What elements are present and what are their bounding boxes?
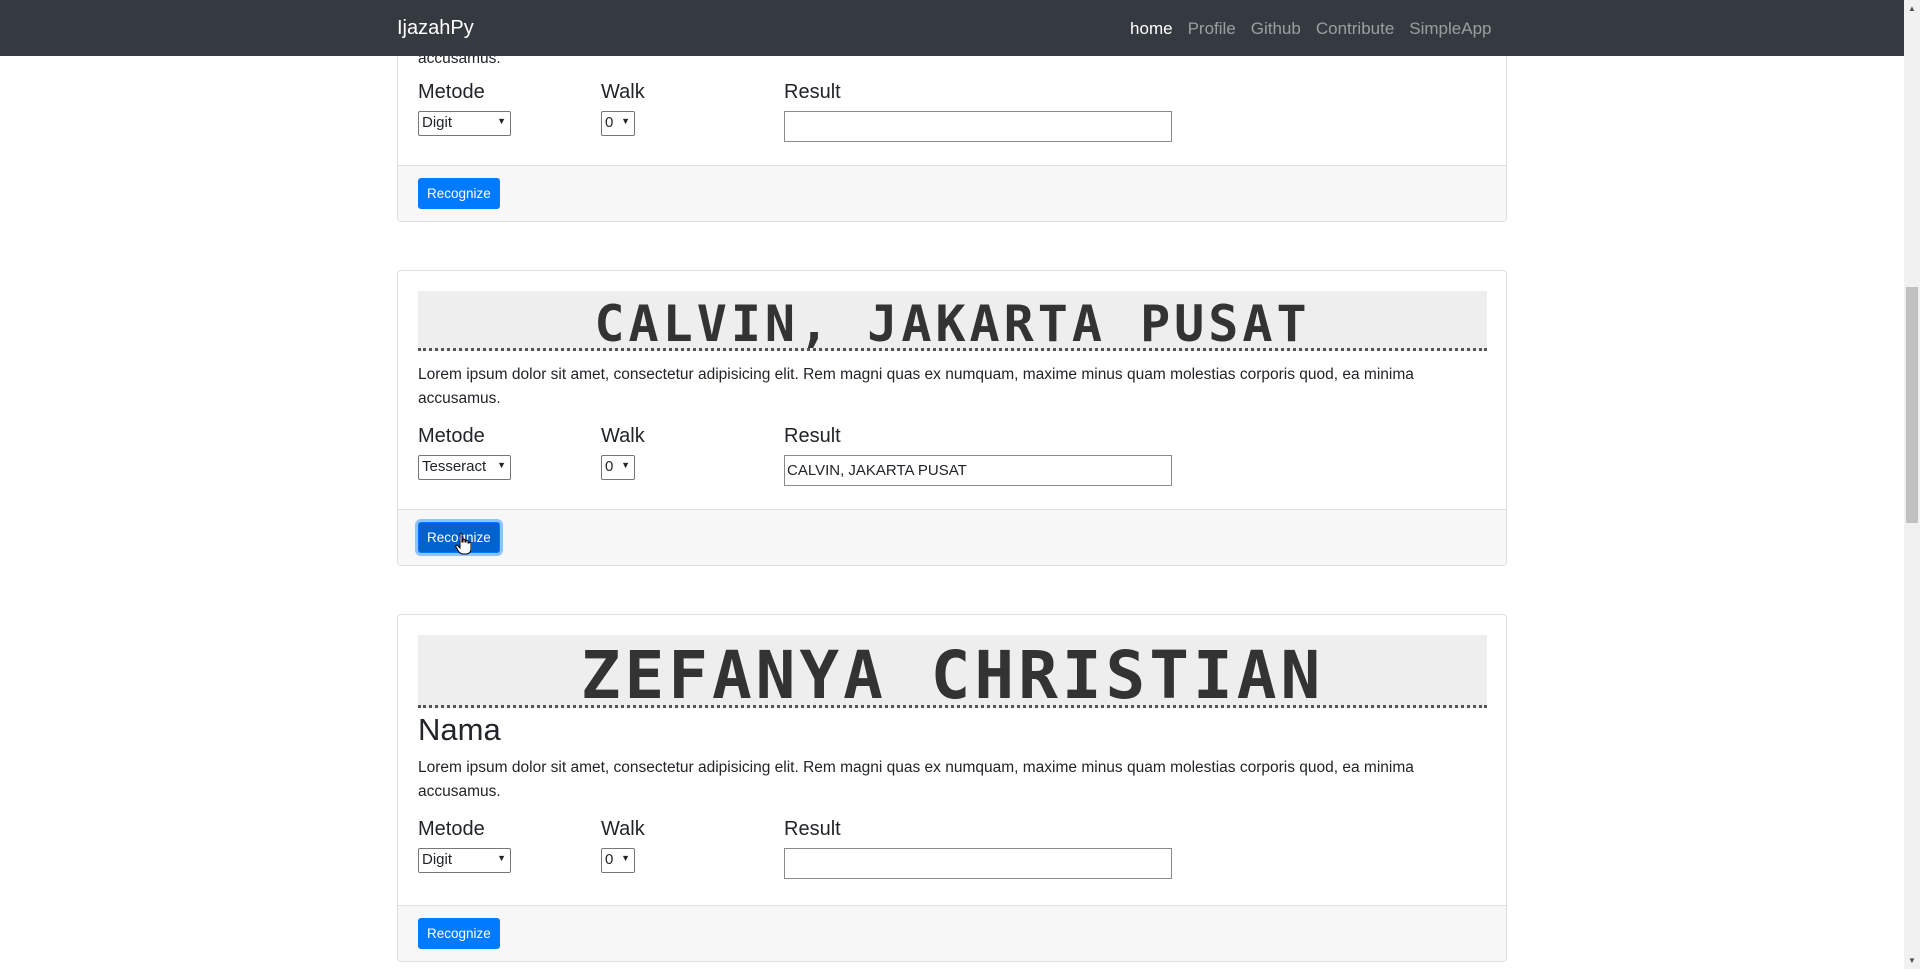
dropdown-arrow-icon: ▼ <box>497 460 506 470</box>
recognition-card-2: CALVIN, JAKARTA PUSAT Lorem ipsum dolor … <box>397 270 1507 566</box>
hand-cursor-icon <box>455 533 471 555</box>
result-label: Result <box>784 425 841 447</box>
nav-link-profile[interactable]: Profile <box>1180 19 1243 39</box>
dropdown-arrow-icon: ▼ <box>621 853 630 863</box>
walk-label: Walk <box>601 818 645 840</box>
nav-links: home Profile Github Contribute SimpleApp <box>1123 19 1499 39</box>
nav-link-simpleapp[interactable]: SimpleApp <box>1402 19 1499 39</box>
document-image-text: ZEFANYA CHRISTIAN <box>580 637 1325 708</box>
nav-link-contribute[interactable]: Contribute <box>1308 19 1401 39</box>
recognize-button[interactable]: Recognize <box>418 178 500 209</box>
metode-value: Tesseract <box>422 458 487 475</box>
navbar: IjazahPy home Profile Github Contribute … <box>0 0 1904 56</box>
metode-label: Metode <box>418 81 485 103</box>
card-description: Lorem ipsum dolor sit amet, consectetur … <box>418 759 1414 800</box>
form-row: Metode Digit ▼ Walk 0 ▼ Result <box>418 81 1486 147</box>
result-input[interactable] <box>784 848 1172 879</box>
vertical-scrollbar[interactable]: ▲ ▼ <box>1904 0 1920 969</box>
recognition-card-3: ZEFANYA CHRISTIAN Nama Lorem ipsum dolor… <box>397 614 1507 962</box>
dropdown-arrow-icon: ▼ <box>621 116 630 126</box>
document-image: CALVIN, JAKARTA PUSAT <box>418 291 1487 351</box>
recognize-button[interactable]: Recognize <box>418 918 500 949</box>
document-image-text: CALVIN, JAKARTA PUSAT <box>594 295 1311 351</box>
nav-link-home[interactable]: home <box>1123 19 1181 39</box>
dropdown-arrow-icon: ▼ <box>497 116 506 126</box>
walk-value: 0 <box>605 851 614 868</box>
card-footer: Recognize <box>398 509 1506 565</box>
scroll-up-arrow-icon[interactable]: ▲ <box>1904 0 1920 17</box>
card-body: CALVIN, JAKARTA PUSAT Lorem ipsum dolor … <box>398 271 1506 491</box>
metode-value: Digit <box>422 851 453 868</box>
metode-value: Digit <box>422 114 453 131</box>
card-footer: Recognize <box>398 905 1506 961</box>
card-footer: Recognize <box>398 165 1506 221</box>
result-input[interactable] <box>784 455 1172 486</box>
card-title: Nama <box>418 712 501 747</box>
walk-value: 0 <box>605 114 614 131</box>
walk-label: Walk <box>601 81 645 103</box>
card-description: Lorem ipsum dolor sit amet, consectetur … <box>418 366 1414 407</box>
walk-label: Walk <box>601 425 645 447</box>
metode-label: Metode <box>418 425 485 447</box>
dropdown-arrow-icon: ▼ <box>497 853 506 863</box>
document-image: ZEFANYA CHRISTIAN <box>418 635 1487 708</box>
walk-select[interactable]: 0 ▼ <box>601 848 635 873</box>
walk-value: 0 <box>605 458 614 475</box>
result-input[interactable] <box>784 111 1172 142</box>
metode-select[interactable]: Tesseract ▼ <box>418 455 511 480</box>
metode-select[interactable]: Digit ▼ <box>418 111 511 136</box>
walk-select[interactable]: 0 ▼ <box>601 111 635 136</box>
result-label: Result <box>784 818 841 840</box>
scroll-thumb[interactable] <box>1906 287 1918 523</box>
form-row: Metode Digit ▼ Walk 0 ▼ Result <box>418 818 1486 884</box>
metode-label: Metode <box>418 818 485 840</box>
metode-select[interactable]: Digit ▼ <box>418 848 511 873</box>
scroll-down-arrow-icon[interactable]: ▼ <box>1904 952 1920 969</box>
card-body: ZEFANYA CHRISTIAN Nama Lorem ipsum dolor… <box>398 615 1506 884</box>
walk-select[interactable]: 0 ▼ <box>601 455 635 480</box>
result-label: Result <box>784 81 841 103</box>
brand-link[interactable]: IjazahPy <box>397 17 474 40</box>
form-row: Metode Tesseract ▼ Walk 0 ▼ Result <box>418 425 1486 491</box>
nav-link-github[interactable]: Github <box>1243 19 1308 39</box>
dropdown-arrow-icon: ▼ <box>621 460 630 470</box>
